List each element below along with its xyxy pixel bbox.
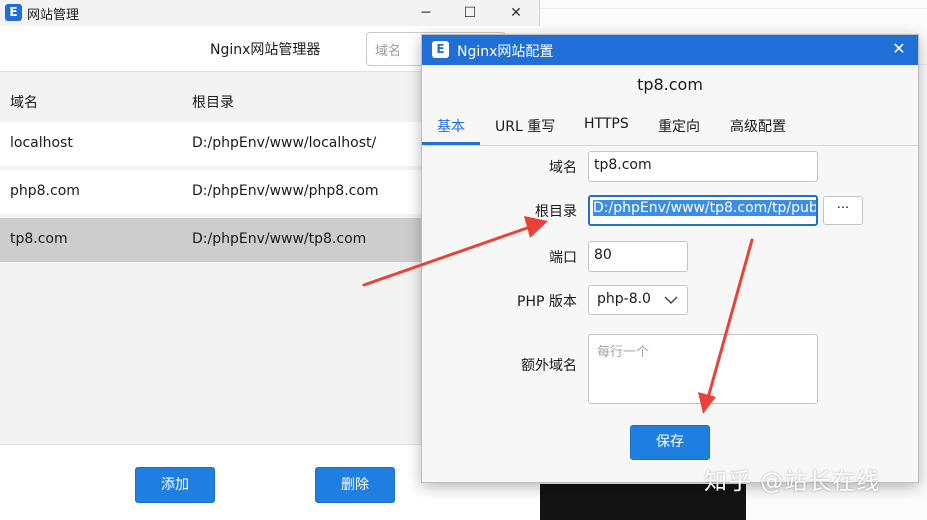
root-label: 根目录 <box>535 204 577 220</box>
site-heading: tp8.com <box>637 75 703 94</box>
column-header-domain[interactable]: 域名 <box>10 92 38 112</box>
dialog-title: Nginx网站配置 <box>457 44 554 60</box>
tab-advanced[interactable]: 高级配置 <box>730 116 786 136</box>
save-button[interactable]: 保存 <box>630 425 710 460</box>
extra-domains-textarea[interactable]: 每行一个 <box>588 334 818 404</box>
title-bar: E 网站管理 ─ ☐ ✕ <box>0 0 539 26</box>
app-e-icon: E <box>432 41 449 58</box>
delete-button[interactable]: 删除 <box>315 467 395 503</box>
php-version-label: PHP 版本 <box>517 294 577 310</box>
tab-divider <box>422 145 918 146</box>
domain-field[interactable]: tp8.com <box>588 151 818 182</box>
row-domain: php8.com <box>10 183 80 199</box>
row-domain: localhost <box>10 135 73 151</box>
add-button[interactable]: 添加 <box>135 467 215 503</box>
dialog-title-bar: E Nginx网站配置 ✕ <box>422 35 918 65</box>
root-field-selected-text: D:/phpEnv/www/tp8.com/tp/pub <box>593 200 818 216</box>
domain-label: 域名 <box>549 160 577 176</box>
tab-url-rewrite[interactable]: URL 重写 <box>495 116 555 136</box>
maximize-icon[interactable]: ☐ <box>456 2 484 24</box>
active-tab-indicator <box>422 142 480 145</box>
row-root: D:/phpEnv/www/localhost/ <box>192 135 377 151</box>
tab-https[interactable]: HTTPS <box>584 116 629 132</box>
row-domain: tp8.com <box>10 231 68 247</box>
row-root: D:/phpEnv/www/tp8.com <box>192 231 367 247</box>
close-icon[interactable]: ✕ <box>888 39 910 58</box>
watermark: 知乎 @站长在线 <box>704 469 881 495</box>
window-title: 网站管理 <box>27 8 80 23</box>
chevron-down-icon <box>664 296 678 304</box>
app-e-icon: E <box>5 4 22 21</box>
tab-redirect[interactable]: 重定向 <box>658 116 700 136</box>
nginx-config-dialog: E Nginx网站配置 ✕ tp8.com 基本 URL 重写 HTTPS 重定… <box>421 34 919 483</box>
minimize-icon[interactable]: ─ <box>412 2 440 24</box>
extra-domains-label: 额外域名 <box>521 358 577 374</box>
column-header-root[interactable]: 根目录 <box>192 92 234 112</box>
port-field[interactable]: 80 <box>588 241 688 272</box>
php-version-select[interactable]: php-8.0 <box>588 285 688 315</box>
browse-button[interactable]: ··· <box>823 196 863 225</box>
manager-title: Nginx网站管理器 <box>210 42 321 58</box>
tab-basic[interactable]: 基本 <box>437 116 465 136</box>
row-root: D:/phpEnv/www/php8.com <box>192 183 379 199</box>
background-divider <box>540 8 927 9</box>
close-icon[interactable]: ✕ <box>502 2 530 24</box>
root-field[interactable]: D:/phpEnv/www/tp8.com/tp/pub <box>588 195 818 226</box>
port-label: 端口 <box>549 250 577 266</box>
php-version-value: php-8.0 <box>597 291 651 307</box>
